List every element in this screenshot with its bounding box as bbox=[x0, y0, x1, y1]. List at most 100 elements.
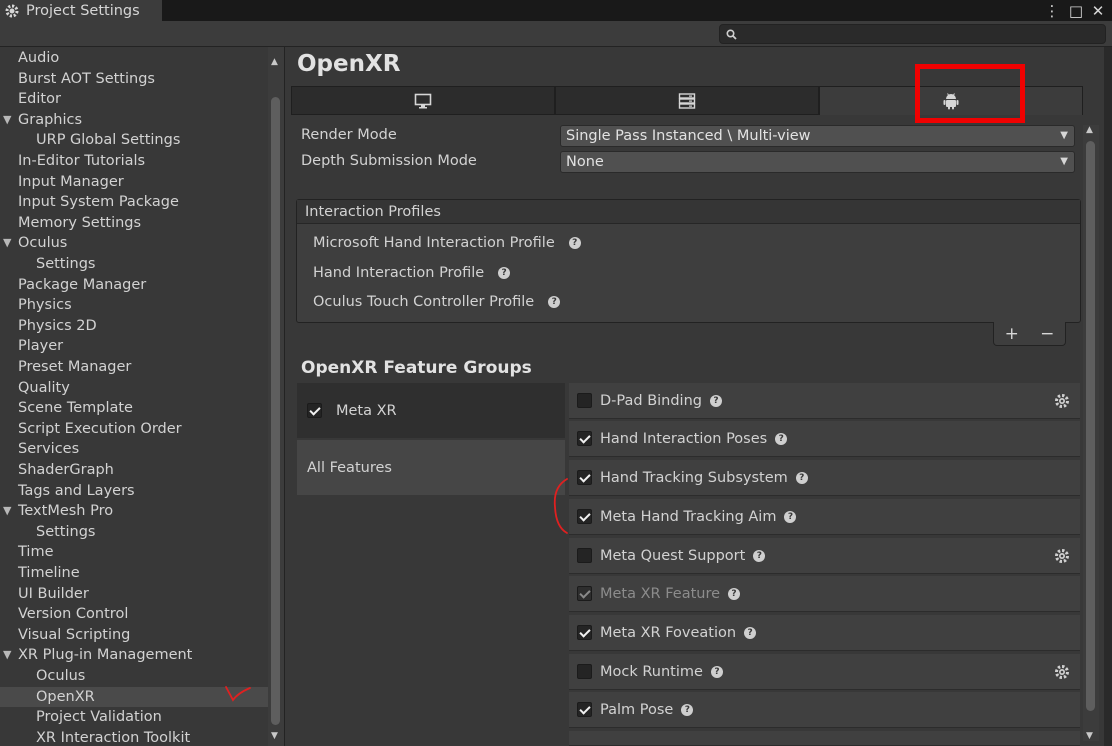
gear-icon[interactable] bbox=[1054, 664, 1070, 680]
feature-row-hand-interaction-poses[interactable]: Hand Interaction Poses ? bbox=[569, 421, 1080, 457]
expand-arrow-icon[interactable]: ▼ bbox=[3, 110, 11, 131]
help-icon[interactable]: ? bbox=[775, 432, 788, 445]
feature-checkbox[interactable] bbox=[577, 625, 592, 640]
group-item-meta-xr[interactable]: Meta XR bbox=[297, 383, 565, 438]
sidebar-item-visual-scripting[interactable]: Visual Scripting bbox=[0, 625, 268, 646]
sidebar-item-physics[interactable]: Physics bbox=[0, 295, 268, 316]
sidebar-item-quality[interactable]: Quality bbox=[0, 378, 268, 399]
sidebar-item-graphics[interactable]: ▼ Graphics bbox=[0, 110, 268, 131]
remove-profile-button[interactable]: − bbox=[1040, 324, 1054, 344]
gear-icon[interactable] bbox=[1054, 548, 1070, 564]
sidebar-item-physics-2d[interactable]: Physics 2D bbox=[0, 316, 268, 337]
render-mode-dropdown[interactable]: Single Pass Instanced \ Multi-view ▼ bbox=[560, 125, 1075, 147]
feature-row-dpad-binding[interactable]: D-Pad Binding ? bbox=[569, 383, 1080, 419]
sidebar-item-version-control[interactable]: Version Control bbox=[0, 604, 268, 625]
feature-checkbox[interactable] bbox=[577, 393, 592, 408]
content-scrollbar[interactable]: ▲ ▼ bbox=[1083, 125, 1099, 741]
scroll-down-icon[interactable]: ▼ bbox=[1086, 731, 1093, 741]
sidebar-item-tags-and-layers[interactable]: Tags and Layers bbox=[0, 481, 268, 502]
sidebar-item-project-validation[interactable]: Project Validation bbox=[0, 707, 268, 728]
sidebar-item-input-manager[interactable]: Input Manager bbox=[0, 172, 268, 193]
feature-row-mock-runtime[interactable]: Mock Runtime ? bbox=[569, 654, 1080, 690]
help-icon[interactable]: ? bbox=[795, 471, 808, 484]
help-icon[interactable]: ? bbox=[728, 587, 741, 600]
sidebar-item-services[interactable]: Services bbox=[0, 439, 268, 460]
help-icon[interactable]: ? bbox=[568, 237, 581, 249]
interaction-profiles-header: Interaction Profiles bbox=[297, 200, 1080, 224]
help-icon[interactable]: ? bbox=[784, 510, 797, 523]
feature-row-meta-quest-support[interactable]: Meta Quest Support ? bbox=[569, 538, 1080, 574]
sidebar-item-oculus[interactable]: ▼ Oculus bbox=[0, 233, 268, 254]
sidebar-item-ui-builder[interactable]: UI Builder bbox=[0, 584, 268, 605]
help-icon[interactable]: ? bbox=[709, 394, 722, 407]
help-icon[interactable]: ? bbox=[744, 626, 757, 639]
scroll-down-icon[interactable]: ▼ bbox=[271, 731, 278, 741]
expand-arrow-icon[interactable]: ▼ bbox=[3, 501, 11, 522]
add-profile-button[interactable]: + bbox=[1005, 324, 1019, 344]
sidebar-item-textmesh-settings[interactable]: Settings bbox=[0, 522, 268, 543]
sidebar-item-xr-interaction-toolkit[interactable]: XR Interaction Toolkit bbox=[0, 728, 268, 746]
sidebar-item-input-system-package[interactable]: Input System Package bbox=[0, 192, 268, 213]
profile-add-remove: + − bbox=[993, 322, 1066, 346]
sidebar-item-script-execution-order[interactable]: Script Execution Order bbox=[0, 419, 268, 440]
sidebar-item-audio[interactable]: Audio bbox=[0, 48, 268, 69]
window-titlebar: Project Settings ⋮ □ ✕ bbox=[0, 0, 1112, 21]
help-icon[interactable]: ? bbox=[548, 296, 561, 308]
help-icon[interactable]: ? bbox=[753, 549, 766, 562]
sidebar-item-oculus-settings[interactable]: Settings bbox=[0, 254, 268, 275]
feature-checkbox[interactable] bbox=[577, 431, 592, 446]
profile-item[interactable]: Oculus Touch Controller Profile ? bbox=[313, 294, 561, 310]
scroll-up-icon[interactable]: ▲ bbox=[1086, 125, 1093, 135]
sidebar-item-editor[interactable]: Editor bbox=[0, 89, 268, 110]
content-scrollbar-thumb[interactable] bbox=[1086, 141, 1095, 711]
sidebar-item-preset-manager[interactable]: Preset Manager bbox=[0, 357, 268, 378]
sidebar-item-urp-global-settings[interactable]: URP Global Settings bbox=[0, 130, 268, 151]
tab-dedicated-server[interactable] bbox=[555, 86, 819, 115]
depth-submission-value: None bbox=[566, 154, 604, 170]
expand-arrow-icon[interactable]: ▼ bbox=[3, 233, 11, 254]
sidebar-item-xr-plugin-management[interactable]: ▼ XR Plug-in Management bbox=[0, 645, 268, 666]
close-icon[interactable]: ✕ bbox=[1088, 0, 1108, 21]
help-icon[interactable]: ? bbox=[710, 665, 723, 678]
sidebar-item-memory-settings[interactable]: Memory Settings bbox=[0, 213, 268, 234]
feature-checkbox[interactable] bbox=[577, 664, 592, 679]
profile-item[interactable]: Hand Interaction Profile ? bbox=[313, 265, 511, 281]
meta-xr-checkbox[interactable] bbox=[307, 403, 322, 418]
feature-checkbox[interactable] bbox=[577, 702, 592, 717]
sidebar-item-burst-aot[interactable]: Burst AOT Settings bbox=[0, 69, 268, 90]
sidebar-item-player[interactable]: Player bbox=[0, 336, 268, 357]
sidebar-item-in-editor-tutorials[interactable]: In-Editor Tutorials bbox=[0, 151, 268, 172]
group-item-all-features[interactable]: All Features bbox=[297, 440, 565, 495]
more-options-icon[interactable]: ⋮ bbox=[1042, 0, 1062, 21]
sidebar-item-timeline[interactable]: Timeline bbox=[0, 563, 268, 584]
sidebar-item-package-manager[interactable]: Package Manager bbox=[0, 275, 268, 296]
settings-sidebar: Audio Burst AOT Settings Editor ▼ Graphic… bbox=[0, 47, 285, 746]
feature-checkbox[interactable] bbox=[577, 509, 592, 524]
profile-item[interactable]: Microsoft Hand Interaction Profile ? bbox=[313, 235, 581, 251]
sidebar-item-shadergraph[interactable]: ShaderGraph bbox=[0, 460, 268, 481]
project-settings-tab[interactable]: Project Settings bbox=[0, 0, 162, 21]
feature-row-meta-hand-tracking-aim[interactable]: Meta Hand Tracking Aim ? bbox=[569, 499, 1080, 535]
feature-checkbox[interactable] bbox=[577, 470, 592, 485]
render-mode-label: Render Mode bbox=[301, 127, 397, 143]
search-input[interactable] bbox=[719, 24, 1106, 44]
feature-row-hand-tracking-subsystem[interactable]: Hand Tracking Subsystem ? bbox=[569, 460, 1080, 496]
sidebar-scrollbar[interactable]: ▲ ▼ bbox=[268, 47, 284, 746]
scroll-up-icon[interactable]: ▲ bbox=[271, 57, 278, 67]
maximize-icon[interactable]: □ bbox=[1066, 0, 1086, 21]
help-icon[interactable]: ? bbox=[681, 703, 694, 716]
sidebar-item-time[interactable]: Time bbox=[0, 542, 268, 563]
sidebar-item-textmesh-pro[interactable]: ▼ TextMesh Pro bbox=[0, 501, 268, 522]
sidebar-item-scene-template[interactable]: Scene Template bbox=[0, 398, 268, 419]
feature-checkbox[interactable] bbox=[577, 548, 592, 563]
depth-submission-dropdown[interactable]: None ▼ bbox=[560, 151, 1075, 173]
feature-row-partial bbox=[569, 731, 1080, 746]
expand-arrow-icon[interactable]: ▼ bbox=[3, 645, 11, 666]
tab-desktop[interactable] bbox=[291, 86, 555, 115]
feature-row-palm-pose[interactable]: Palm Pose ? bbox=[569, 692, 1080, 728]
help-icon[interactable]: ? bbox=[498, 267, 511, 279]
sidebar-scrollbar-thumb[interactable] bbox=[271, 97, 280, 725]
feature-row-meta-xr-foveation[interactable]: Meta XR Foveation ? bbox=[569, 615, 1080, 651]
chevron-down-icon: ▼ bbox=[1060, 130, 1068, 141]
gear-icon[interactable] bbox=[1054, 393, 1070, 409]
